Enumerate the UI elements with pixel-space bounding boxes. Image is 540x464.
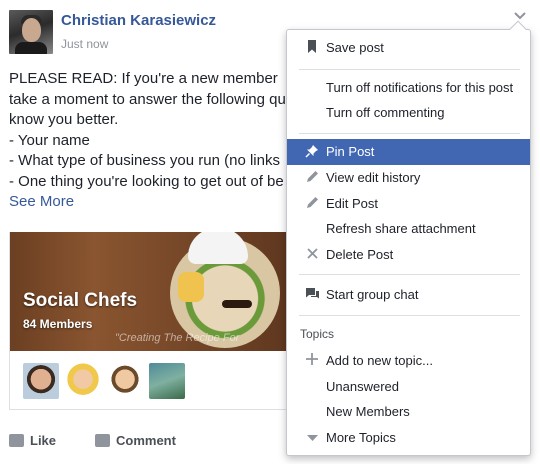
menu-item-label: Unanswered: [326, 379, 399, 394]
menu-item-label: Turn off notifications for this post: [326, 80, 514, 95]
post-body-line: know you better.: [9, 111, 119, 128]
pin-icon: [305, 144, 319, 160]
menu-item-label: Edit Post: [326, 196, 379, 211]
menu-item-label: Save post: [326, 40, 384, 55]
bookmark-icon: [305, 40, 319, 56]
member-avatar[interactable]: [23, 363, 59, 399]
menu-item-label: More Topics: [326, 430, 396, 445]
menu-item-label: Refresh share attachment: [326, 221, 476, 236]
post-body-line: - What type of business you run (no link…: [9, 152, 280, 169]
group-tagline: "Creating The Recipe For: [115, 332, 240, 344]
menu-item-edit-post[interactable]: Edit Post: [287, 191, 530, 217]
chat-icon: [305, 287, 319, 303]
menu-item-label: Start group chat: [326, 287, 419, 302]
post-options-menu: Save post Turn off notifications for thi…: [286, 20, 531, 456]
menu-divider: [299, 133, 520, 134]
comment-label: Comment: [116, 433, 176, 448]
post-timestamp[interactable]: Just now: [61, 37, 108, 51]
menu-item-unanswered[interactable]: Unanswered: [287, 374, 530, 400]
menu-item-label: Add to new topic...: [326, 353, 433, 368]
menu-item-new-members[interactable]: New Members: [287, 399, 530, 425]
menu-item-label: Delete Post: [326, 247, 394, 262]
comment-icon: [95, 434, 110, 447]
post-body-line: - Your name: [9, 131, 90, 149]
author-avatar[interactable]: [9, 10, 53, 54]
menu-item-pin-post[interactable]: Pin Post: [287, 139, 530, 165]
menu-item-label: Turn off commenting: [326, 105, 445, 120]
menu-item-view-edit-history[interactable]: View edit history: [287, 165, 530, 191]
post-body-line: - One thing you're looking to get out of…: [9, 172, 284, 190]
group-name[interactable]: Social Chefs: [23, 290, 137, 312]
menu-divider: [299, 69, 520, 70]
like-label: Like: [30, 433, 57, 448]
post-body: PLEASE READ: If you're a new member take…: [9, 69, 289, 213]
member-avatar[interactable]: [149, 363, 185, 399]
post-body-line: PLEASE READ: If you're a new member: [9, 70, 278, 87]
group-attachment[interactable]: Social Chefs 84 Members "Creating The Re…: [9, 232, 289, 410]
member-avatar[interactable]: [107, 363, 143, 399]
pencil-icon: [305, 196, 319, 212]
member-avatar[interactable]: [65, 363, 101, 399]
see-more-link[interactable]: See More: [9, 192, 289, 213]
author-name[interactable]: Christian Karasiewicz: [61, 12, 216, 29]
menu-divider: [299, 315, 520, 316]
avatar-face: [22, 18, 41, 42]
menu-item-refresh-share-attachment[interactable]: Refresh share attachment: [287, 216, 530, 242]
pencil-icon: [305, 170, 319, 186]
menu-item-save-post[interactable]: Save post: [287, 35, 530, 61]
menu-item-more-topics[interactable]: More Topics: [287, 425, 530, 451]
group-member-count: 84 Members: [23, 317, 93, 331]
menu-item-turn-off-commenting[interactable]: Turn off commenting: [287, 100, 530, 126]
menu-item-add-to-new-topic[interactable]: Add to new topic...: [287, 348, 530, 374]
menu-item-label: View edit history: [326, 170, 421, 185]
caret-down-icon: [305, 430, 319, 446]
menu-item-turn-off-notifications[interactable]: Turn off notifications for this post: [287, 75, 530, 101]
group-cover-image[interactable]: Social Chefs 84 Members "Creating The Re…: [10, 232, 288, 351]
thumbs-up-icon: [178, 272, 204, 302]
menu-divider: [299, 274, 520, 275]
avatar-shirt: [15, 42, 47, 54]
menu-item-label: Pin Post: [326, 144, 375, 159]
thumbs-up-icon: [9, 434, 24, 447]
menu-item-start-group-chat[interactable]: Start group chat: [287, 282, 530, 308]
menu-item-label: New Members: [326, 404, 410, 419]
chef-hat: [188, 232, 248, 264]
plus-icon: [305, 353, 319, 369]
close-icon: [305, 247, 319, 263]
comment-button[interactable]: Comment: [95, 433, 176, 448]
topics-header: Topics: [300, 327, 335, 341]
post-body-line: take a moment to answer the following qu: [9, 90, 286, 108]
chef-mustache: [222, 300, 252, 308]
menu-item-delete-post[interactable]: Delete Post: [287, 242, 530, 268]
like-button[interactable]: Like: [9, 433, 56, 448]
